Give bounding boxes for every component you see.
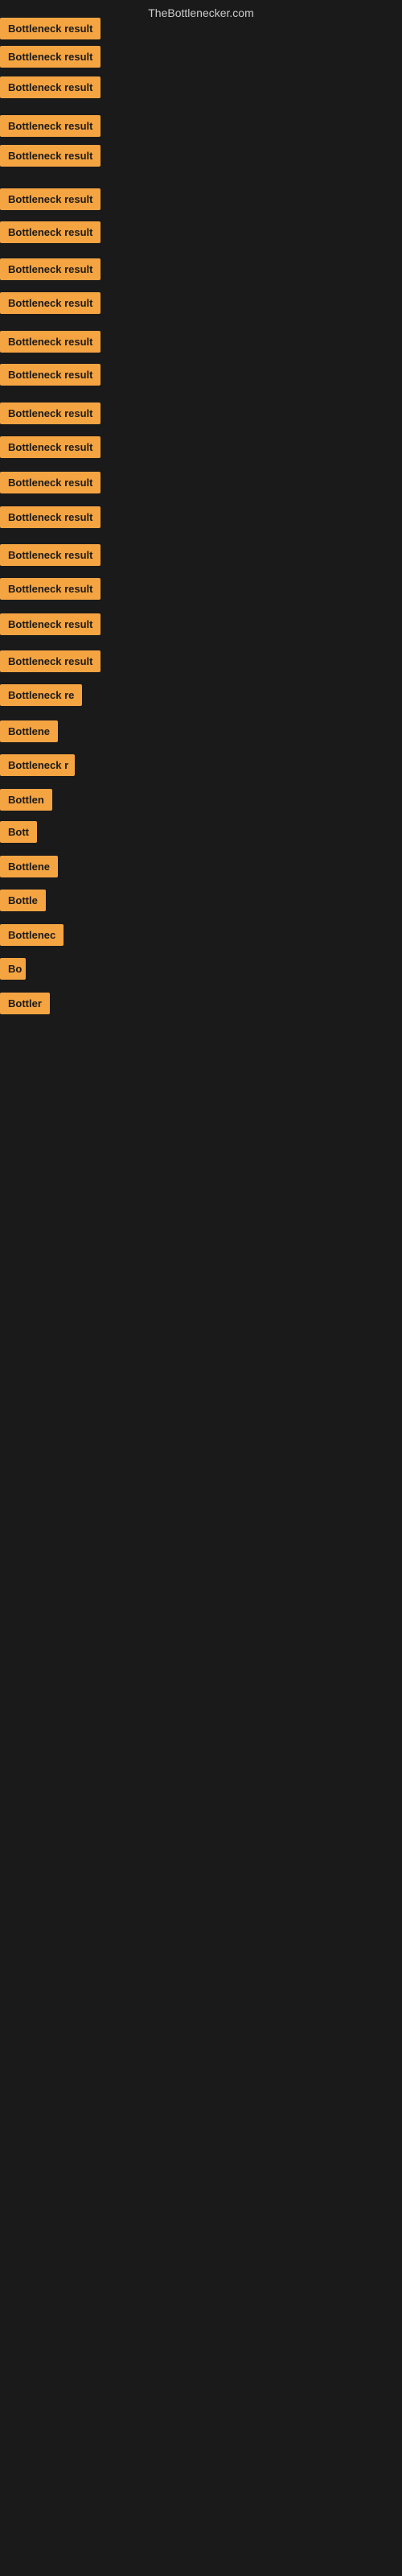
bottleneck-badge[interactable]: Bottlene — [0, 856, 58, 877]
bottleneck-result-item: Bottleneck r — [0, 754, 75, 780]
bottleneck-badge[interactable]: Bottleneck result — [0, 506, 100, 528]
bottleneck-result-item: Bottleneck result — [0, 46, 100, 72]
bottleneck-result-item: Bottleneck result — [0, 650, 100, 676]
bottleneck-result-item: Bottleneck result — [0, 472, 100, 497]
bottleneck-badge[interactable]: Bottleneck result — [0, 544, 100, 566]
bottleneck-badge[interactable]: Bottleneck result — [0, 188, 100, 210]
bottleneck-result-item: Bottleneck result — [0, 544, 100, 570]
bottleneck-result-item: Bottlene — [0, 720, 58, 746]
bottleneck-badge[interactable]: Bottleneck result — [0, 331, 100, 353]
bottleneck-badge[interactable]: Bottleneck result — [0, 613, 100, 635]
bottleneck-result-item: Bott — [0, 821, 37, 847]
bottleneck-result-item: Bottleneck result — [0, 145, 100, 171]
bottleneck-result-item: Bottleneck re — [0, 684, 82, 710]
bottleneck-badge[interactable]: Bottleneck result — [0, 221, 100, 243]
bottleneck-badge[interactable]: Bottleneck result — [0, 364, 100, 386]
bottleneck-badge[interactable]: Bottle — [0, 890, 46, 911]
bottleneck-result-item: Bottleneck result — [0, 436, 100, 462]
bottleneck-badge[interactable]: Bottleneck result — [0, 292, 100, 314]
bottleneck-badge[interactable]: Bottleneck result — [0, 650, 100, 672]
bottleneck-badge[interactable]: Bottleneck result — [0, 258, 100, 280]
bottleneck-badge[interactable]: Bottleneck result — [0, 402, 100, 424]
bottleneck-result-item: Bottleneck result — [0, 402, 100, 428]
bottleneck-badge[interactable]: Bottlenec — [0, 924, 64, 946]
bottleneck-result-item: Bottleneck result — [0, 258, 100, 284]
bottleneck-badge[interactable]: Bo — [0, 958, 26, 980]
bottleneck-badge[interactable]: Bottler — [0, 993, 50, 1014]
bottleneck-result-item: Bottleneck result — [0, 188, 100, 214]
bottleneck-result-item: Bottleneck result — [0, 76, 100, 102]
bottleneck-badge[interactable]: Bottlen — [0, 789, 52, 811]
bottleneck-result-item: Bottle — [0, 890, 46, 915]
bottleneck-result-item: Bottlen — [0, 789, 52, 815]
bottleneck-result-item: Bottleneck result — [0, 613, 100, 639]
bottleneck-badge[interactable]: Bottleneck result — [0, 472, 100, 493]
bottleneck-result-item: Bottleneck result — [0, 18, 100, 43]
bottleneck-result-item: Bottleneck result — [0, 115, 100, 141]
site-title: TheBottlenecker.com — [148, 6, 254, 19]
bottleneck-badge[interactable]: Bott — [0, 821, 37, 843]
bottleneck-result-item: Bottleneck result — [0, 292, 100, 318]
bottleneck-badge[interactable]: Bottleneck result — [0, 115, 100, 137]
bottleneck-result-item: Bottleneck result — [0, 221, 100, 247]
bottleneck-badge[interactable]: Bottleneck result — [0, 145, 100, 167]
bottleneck-result-item: Bottleneck result — [0, 578, 100, 604]
bottleneck-badge[interactable]: Bottleneck result — [0, 18, 100, 39]
bottleneck-badge[interactable]: Bottleneck r — [0, 754, 75, 776]
bottleneck-result-item: Bo — [0, 958, 26, 984]
bottleneck-result-item: Bottleneck result — [0, 364, 100, 390]
bottleneck-result-item: Bottlene — [0, 856, 58, 881]
bottleneck-badge[interactable]: Bottleneck result — [0, 46, 100, 68]
bottleneck-result-item: Bottlenec — [0, 924, 64, 950]
bottleneck-result-item: Bottleneck result — [0, 506, 100, 532]
bottleneck-badge[interactable]: Bottleneck result — [0, 578, 100, 600]
bottleneck-result-item: Bottler — [0, 993, 50, 1018]
bottleneck-badge[interactable]: Bottlene — [0, 720, 58, 742]
bottleneck-result-item: Bottleneck result — [0, 331, 100, 357]
bottleneck-badge[interactable]: Bottleneck re — [0, 684, 82, 706]
bottleneck-badge[interactable]: Bottleneck result — [0, 436, 100, 458]
bottleneck-badge[interactable]: Bottleneck result — [0, 76, 100, 98]
